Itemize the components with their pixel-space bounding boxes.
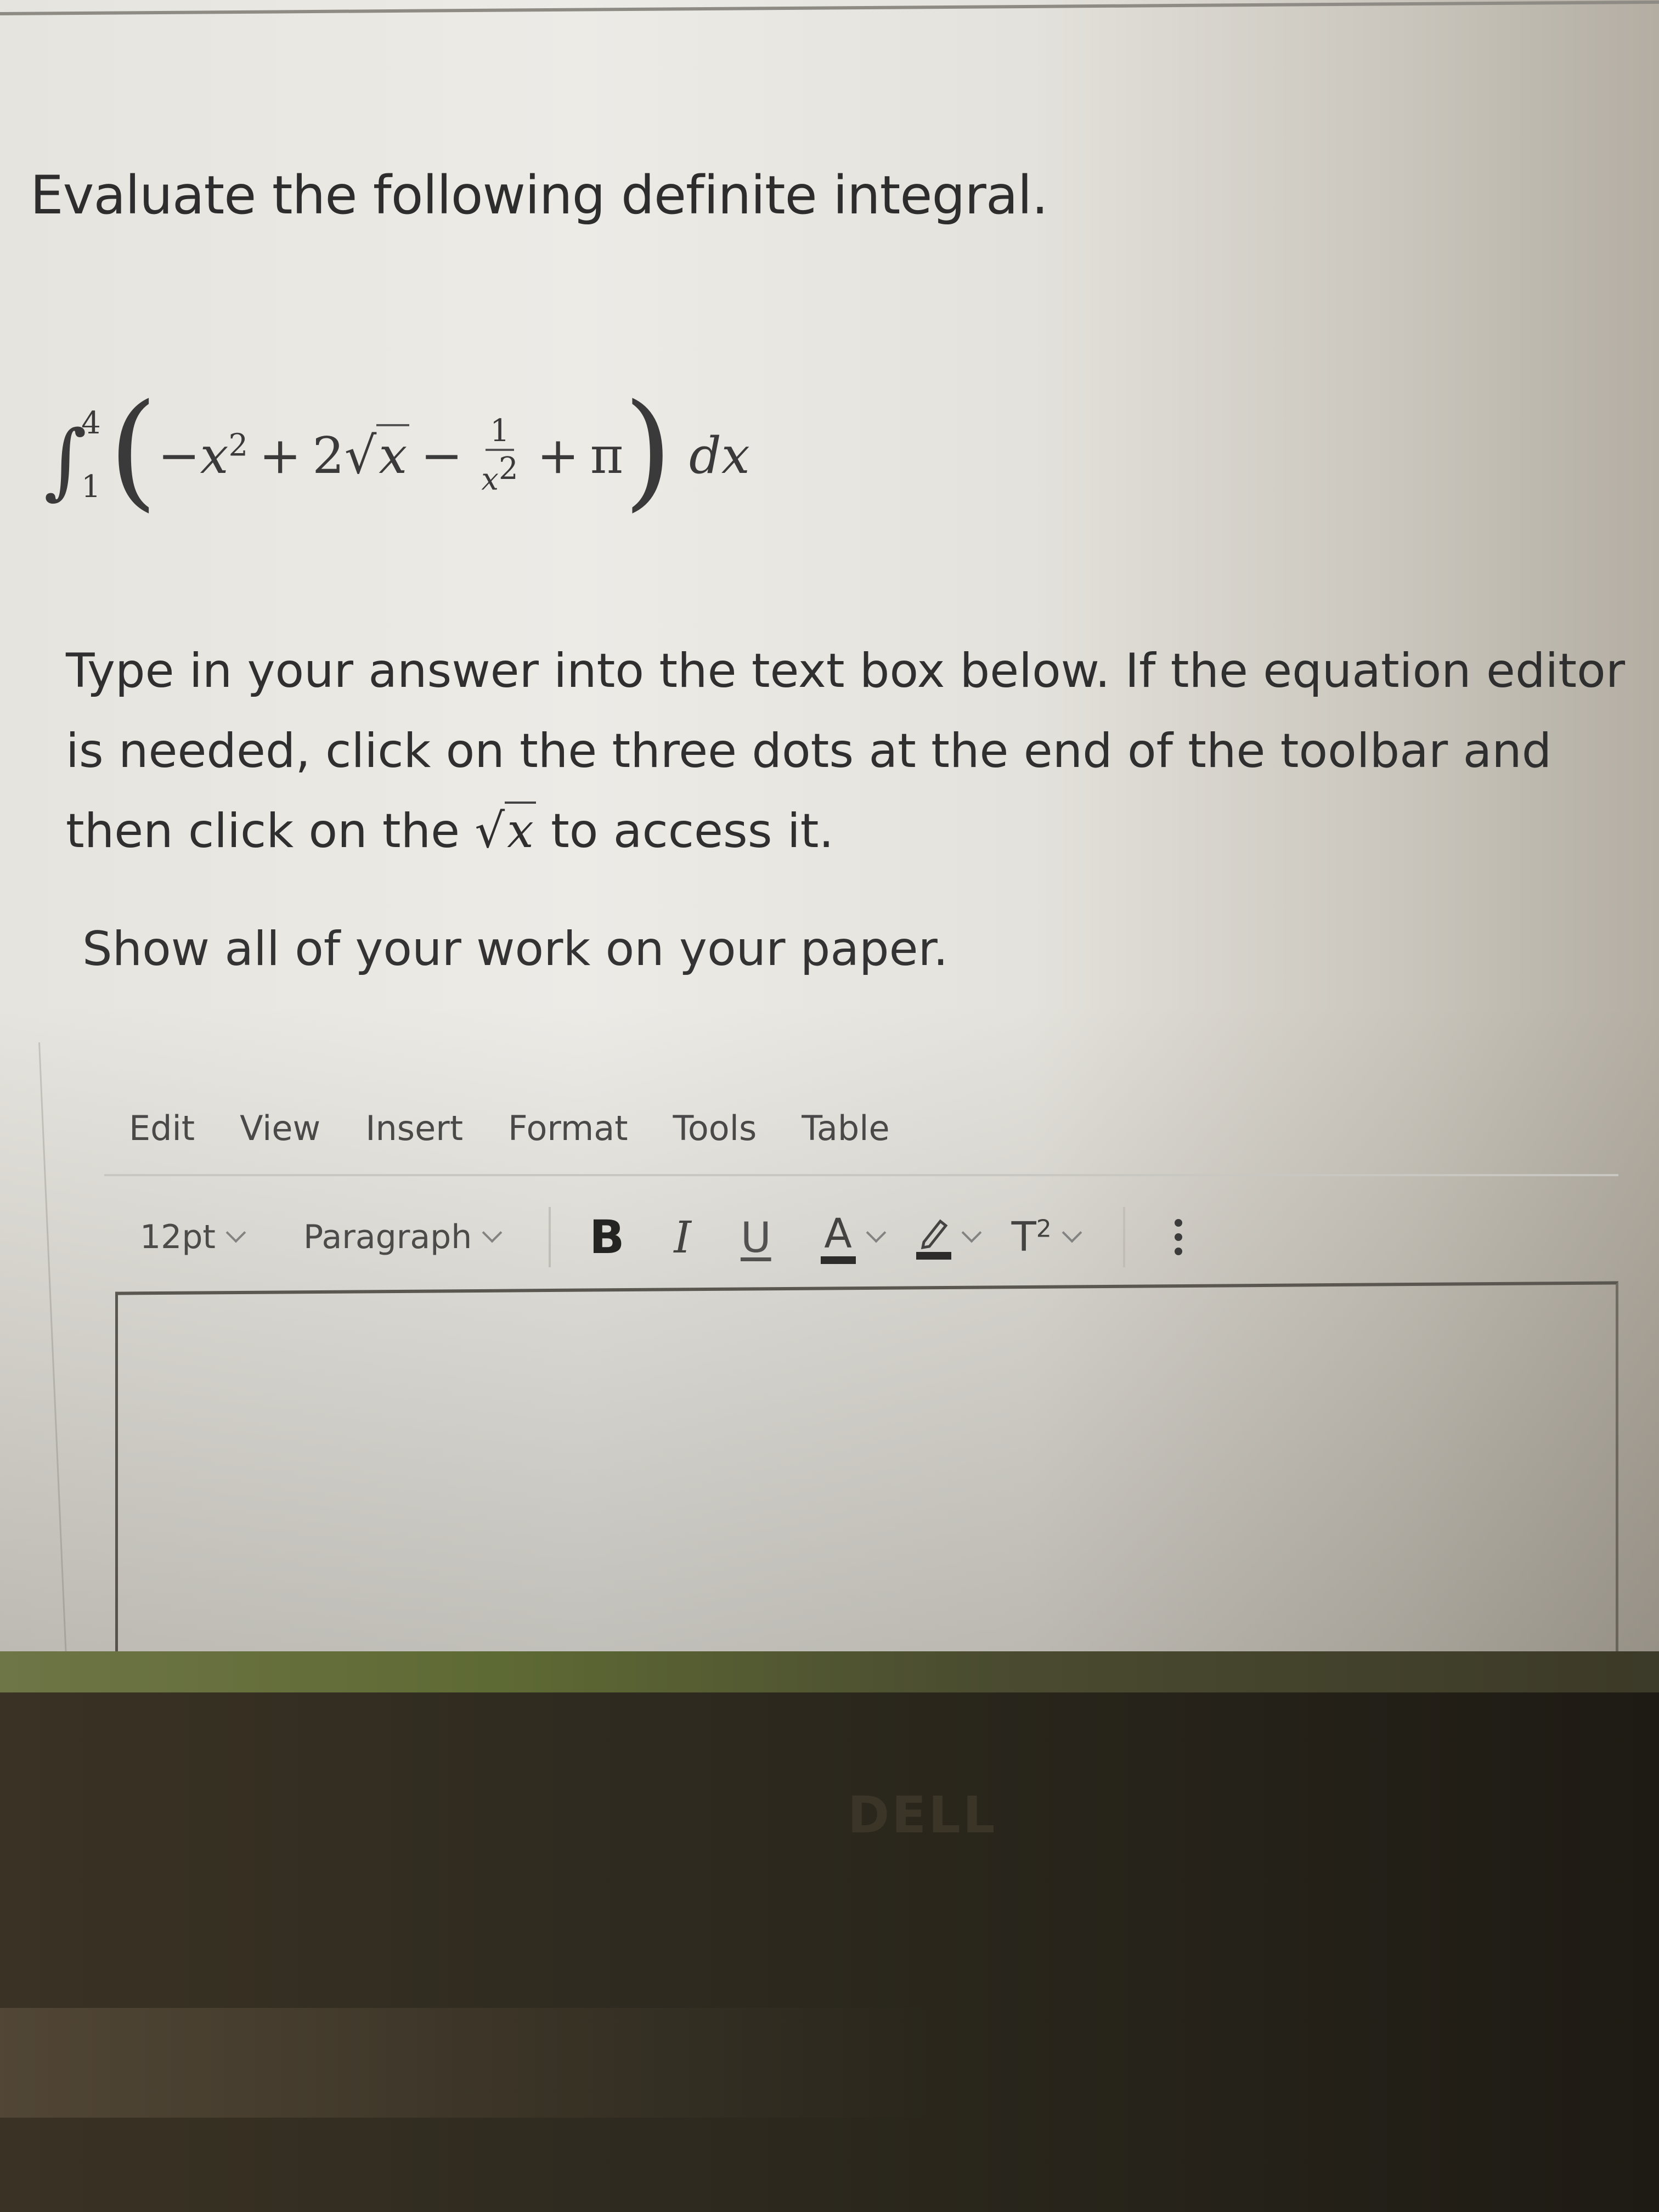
differential: dx bbox=[689, 426, 750, 485]
bezel-reflection bbox=[0, 2008, 933, 2118]
term-neg-x-squared: −x2 bbox=[158, 426, 249, 485]
pen-glyph bbox=[921, 1219, 948, 1250]
toolbar-divider bbox=[549, 1207, 551, 1267]
font-size-select[interactable]: 12pt bbox=[140, 1218, 246, 1256]
numerator: 1 bbox=[486, 413, 514, 452]
vertical-ellipsis-icon bbox=[1174, 1248, 1182, 1255]
term-exponent: 2 bbox=[228, 427, 249, 463]
instructions-part-1: Type in your answer into the text box be… bbox=[66, 644, 1626, 859]
chevron-down-icon bbox=[866, 1222, 886, 1243]
open-paren: ( bbox=[108, 377, 158, 524]
text-color-glyph: A bbox=[824, 1210, 852, 1257]
term-base: −x bbox=[157, 426, 229, 485]
highlight-color-button[interactable] bbox=[916, 1215, 981, 1260]
radicand: x bbox=[376, 424, 410, 485]
operator-plus-2: + bbox=[537, 426, 579, 485]
more-options-button[interactable] bbox=[1174, 1219, 1182, 1255]
screen-bottom-glow bbox=[0, 1651, 1659, 1695]
chevron-down-icon bbox=[1062, 1222, 1082, 1243]
vertical-ellipsis-icon bbox=[1174, 1219, 1182, 1227]
font-size-value: 12pt bbox=[140, 1218, 216, 1256]
superscript-exp: 2 bbox=[1036, 1215, 1052, 1243]
sqrt-symbol: √ bbox=[344, 426, 377, 485]
instructions-part-2: to access it. bbox=[535, 804, 834, 859]
denominator-exponent: 2 bbox=[499, 451, 518, 487]
sqrt-symbol: √ bbox=[475, 804, 505, 859]
toolbar-divider-2 bbox=[1122, 1207, 1125, 1267]
menu-edit[interactable]: Edit bbox=[129, 1108, 195, 1148]
coefficient: 2 bbox=[312, 426, 345, 485]
menu-tools[interactable]: Tools bbox=[673, 1108, 757, 1148]
superscript-icon: T2 bbox=[1012, 1214, 1052, 1261]
superscript-base: T bbox=[1011, 1214, 1036, 1261]
laptop-bezel bbox=[0, 1692, 1659, 2212]
menu-view[interactable]: View bbox=[240, 1108, 320, 1148]
superscript-button[interactable]: T2 bbox=[1012, 1214, 1082, 1261]
highlight-color-swatch bbox=[916, 1252, 951, 1260]
bold-button[interactable]: B bbox=[589, 1210, 624, 1264]
upper-limit: 4 bbox=[81, 405, 101, 441]
menu-table[interactable]: Table bbox=[802, 1108, 889, 1148]
fraction-one-over-x-squared: 1 x2 bbox=[481, 413, 518, 498]
operator-plus: + bbox=[259, 426, 302, 485]
integral-sign: ∫ bbox=[44, 413, 87, 509]
italic-button[interactable]: I bbox=[674, 1212, 691, 1263]
sqrt-variable: x bbox=[505, 802, 536, 859]
vertical-ellipsis-icon bbox=[1174, 1233, 1182, 1241]
denominator: x2 bbox=[481, 451, 518, 498]
denominator-base: x bbox=[481, 461, 499, 498]
operator-minus: − bbox=[420, 426, 463, 485]
block-format-select[interactable]: Paragraph bbox=[303, 1218, 503, 1256]
show-work-note: Show all of your work on your paper. bbox=[82, 922, 949, 977]
close-paren: ) bbox=[623, 377, 673, 524]
highlighter-pen-icon bbox=[916, 1215, 951, 1260]
term-pi: π bbox=[590, 426, 624, 485]
editor-menubar: Edit View Insert Format Tools Table bbox=[129, 1108, 890, 1148]
text-color-button[interactable]: A bbox=[820, 1210, 886, 1264]
sqrt-x-icon: √x bbox=[475, 802, 536, 859]
block-format-value: Paragraph bbox=[303, 1218, 472, 1256]
menubar-divider bbox=[104, 1174, 1618, 1176]
dell-logo: DELL bbox=[848, 1786, 997, 1844]
screen-top-edge bbox=[0, 0, 1659, 20]
chevron-down-icon bbox=[961, 1222, 981, 1243]
text-color-swatch bbox=[820, 1256, 856, 1264]
text-color-icon: A bbox=[820, 1210, 856, 1264]
screen: Evaluate the following definite integral… bbox=[0, 0, 1659, 1673]
menu-insert[interactable]: Insert bbox=[365, 1108, 463, 1148]
menu-format[interactable]: Format bbox=[508, 1108, 628, 1148]
chevron-down-icon bbox=[225, 1222, 246, 1243]
answer-text-box[interactable] bbox=[115, 1281, 1618, 1673]
term-2-sqrt-x: 2√x bbox=[312, 424, 410, 485]
content-left-border bbox=[38, 1042, 68, 1673]
question-title: Evaluate the following definite integral… bbox=[30, 165, 1048, 226]
lower-limit: 1 bbox=[81, 469, 101, 505]
underline-button[interactable]: U bbox=[741, 1213, 771, 1262]
instructions-text: Type in your answer into the text box be… bbox=[66, 631, 1646, 871]
integral-expression: ∫ 4 1 ( −x2 + 2√x − 1 x2 + π ) dx bbox=[44, 384, 750, 527]
editor-toolbar: 12pt Paragraph B I U A T2 bbox=[140, 1207, 1182, 1267]
chevron-down-icon bbox=[482, 1222, 503, 1243]
